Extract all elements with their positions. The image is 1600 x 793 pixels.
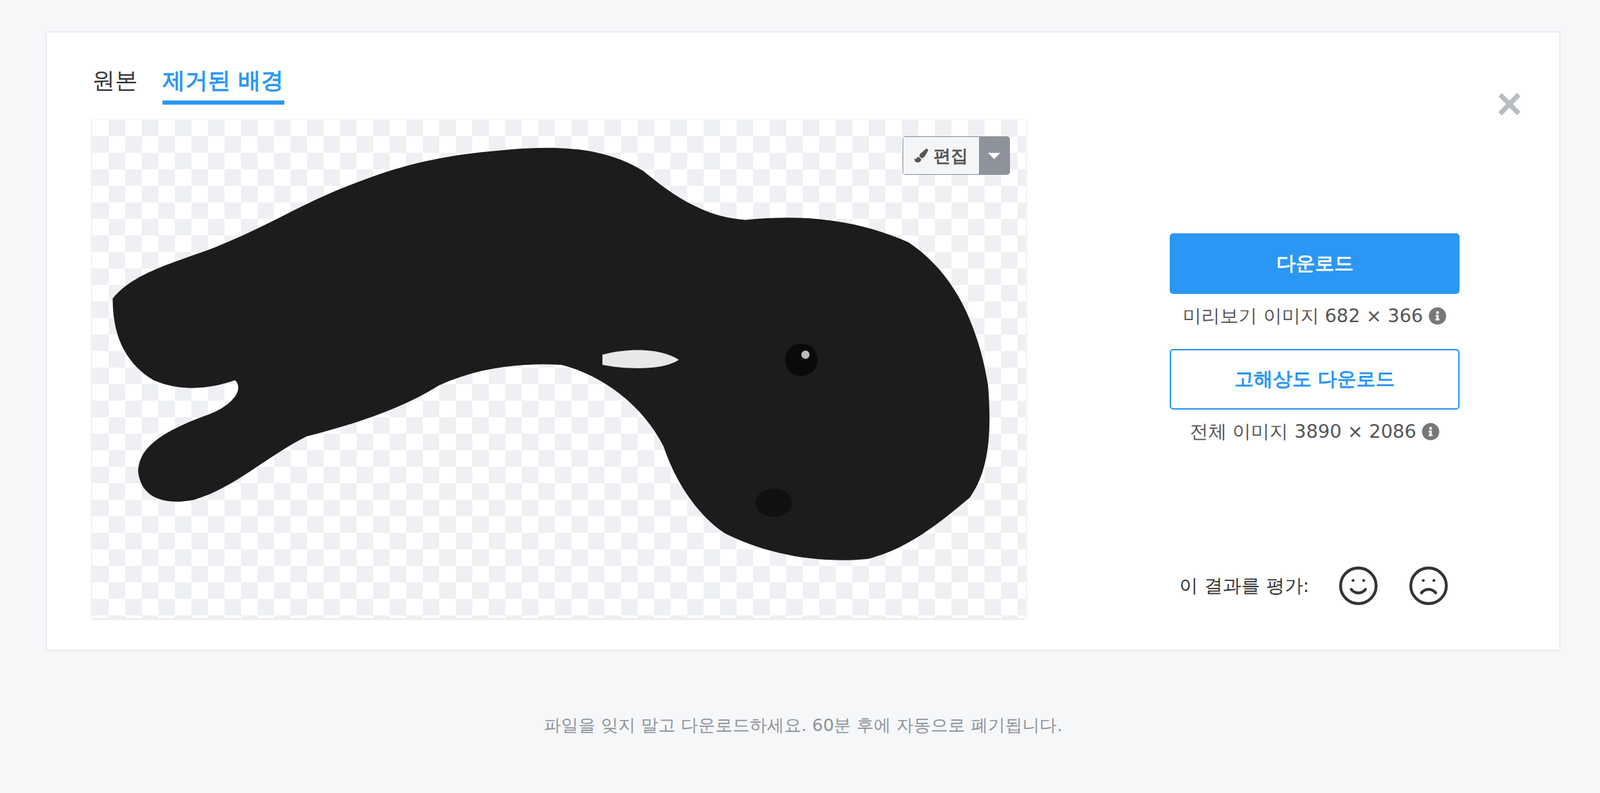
image-preview: 편집 <box>92 119 1026 619</box>
caret-icon <box>987 152 1001 160</box>
side-panel: 다운로드미리보기 이미지 682 × 366 고해상도 다운로드전체 이미지 38… <box>1025 119 1514 619</box>
image-size-caption: 미리보기 이미지 682 × 366 <box>1182 303 1447 329</box>
tab-bar: 원본 제거된 배경 <box>92 62 1514 105</box>
smile-icon <box>1337 564 1380 608</box>
dog-photo <box>92 119 1026 619</box>
info-icon[interactable] <box>1428 307 1447 325</box>
image-size-caption: 전체 이미지 3890 × 2086 <box>1189 419 1440 445</box>
download-button[interactable]: 고해상도 다운로드 <box>1169 349 1460 410</box>
info-icon[interactable] <box>1421 422 1440 441</box>
download-block: 다운로드미리보기 이미지 682 × 366 <box>1169 233 1460 329</box>
tab[interactable]: 제거된 배경 <box>162 62 285 105</box>
edit-dropdown-button[interactable] <box>979 137 1010 175</box>
rate-bad-button[interactable] <box>1407 564 1450 608</box>
edit-group: 편집 <box>902 136 1010 175</box>
rating-label: 이 결과를 평가: <box>1179 573 1309 599</box>
frown-icon <box>1407 564 1450 608</box>
rating-row: 이 결과를 평가: <box>1179 564 1450 608</box>
edit-button[interactable]: 편집 <box>903 137 980 175</box>
rate-good-button[interactable] <box>1337 564 1380 608</box>
download-block: 고해상도 다운로드전체 이미지 3890 × 2086 <box>1169 349 1460 445</box>
page: × 원본 제거된 배경편집다운로드미리보기 이미지 682 × 366 고해상도 다운… <box>0 0 1600 793</box>
brush-icon <box>914 148 929 163</box>
download-button[interactable]: 다운로드 <box>1169 233 1460 294</box>
footer-note: 파일을 잊지 말고 다운로드하세요. 60분 후에 자동으로 폐기됩니다. <box>46 713 1561 737</box>
tab[interactable]: 원본 <box>92 62 138 105</box>
result-body: 편집다운로드미리보기 이미지 682 × 366 고해상도 다운로드전체 이미지 … <box>92 119 1514 619</box>
result-card: × 원본 제거된 배경편집다운로드미리보기 이미지 682 × 366 고해상도 다운… <box>46 31 1561 651</box>
close-button[interactable]: × <box>1492 81 1527 126</box>
